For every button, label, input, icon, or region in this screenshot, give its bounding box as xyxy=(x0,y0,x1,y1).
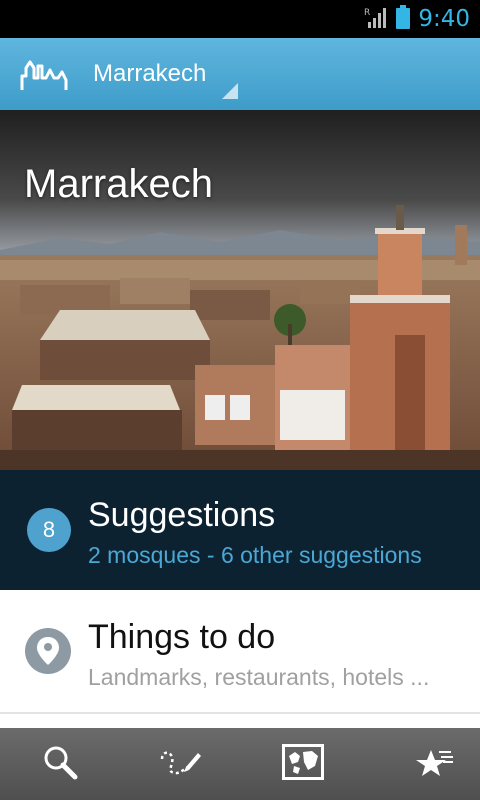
map-pin-icon xyxy=(25,628,71,674)
map-icon xyxy=(282,744,324,784)
suggestions-row[interactable]: 8 Suggestions 2 mosques - 6 other sugges… xyxy=(0,470,480,590)
suggestions-subtitle: 2 mosques - 6 other suggestions xyxy=(88,542,422,568)
search-button[interactable] xyxy=(0,728,120,800)
location-selector[interactable]: Marrakech xyxy=(93,52,206,96)
signal-icon: R xyxy=(364,6,388,32)
things-to-do-title: Things to do xyxy=(88,618,276,656)
svg-text:R: R xyxy=(364,8,370,18)
map-button[interactable] xyxy=(243,728,363,800)
location-label: Marrakech xyxy=(93,60,207,87)
suggestions-count-badge: 8 xyxy=(27,508,71,552)
status-time: 9:40 xyxy=(418,6,470,32)
bottom-navigation-bar xyxy=(0,728,480,800)
search-icon xyxy=(42,744,78,784)
action-bar: Marrakech xyxy=(0,38,480,112)
things-to-do-subtitle: Landmarks, restaurants, hotels ... xyxy=(88,664,430,690)
dropdown-indicator-icon xyxy=(222,83,238,99)
suggestions-title: Suggestions xyxy=(88,496,276,534)
hero-title: Marrakech xyxy=(24,162,213,206)
itinerary-button[interactable] xyxy=(120,728,240,800)
app-logo-icon[interactable] xyxy=(20,58,68,92)
itinerary-icon xyxy=(158,747,202,781)
favorites-icon xyxy=(415,746,455,782)
status-indicators: R 9:40 xyxy=(364,0,470,38)
battery-icon xyxy=(396,5,411,33)
favorites-button[interactable] xyxy=(375,728,480,800)
hero-image: Marrakech xyxy=(0,110,480,470)
status-bar: R 9:40 xyxy=(0,0,480,38)
things-to-do-row[interactable]: Things to do Landmarks, restaurants, hot… xyxy=(0,592,480,714)
